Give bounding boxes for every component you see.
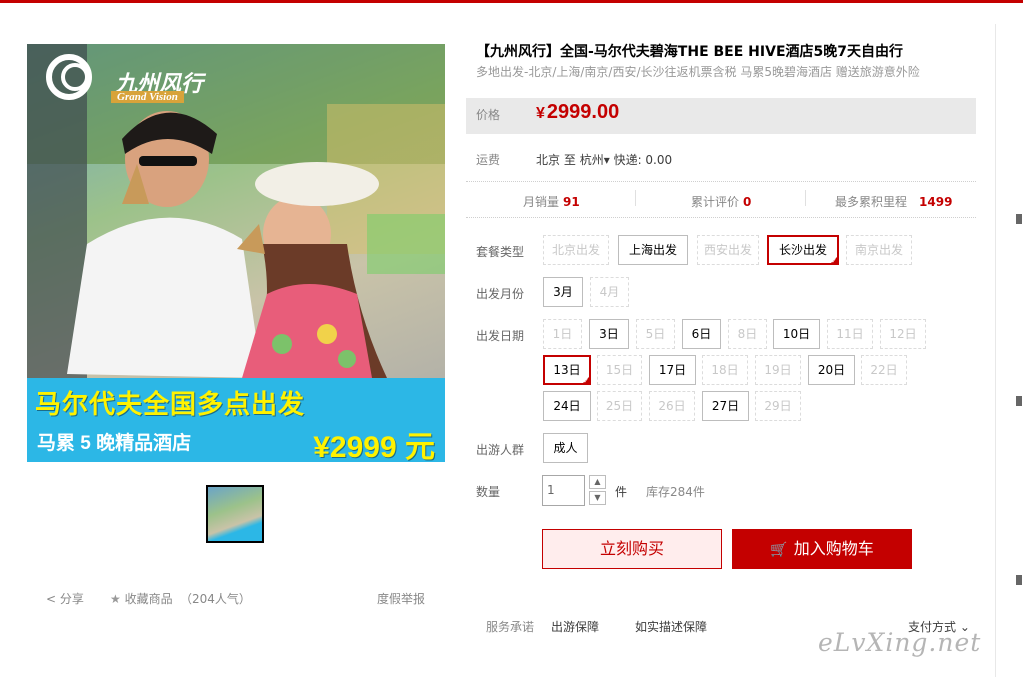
quantity-unit: 件 [615,485,628,499]
favorite-label: 收藏商品 [124,592,173,606]
watermark: eLvXing.net [818,628,982,657]
add-to-cart-label: 加入购物车 [793,539,874,558]
date-option[interactable]: 11日 [827,319,873,349]
package-option[interactable]: 西安出发 [697,235,759,265]
crowd-label: 出游人群 [476,443,525,457]
date-option[interactable]: 27日 [702,391,749,421]
top-accent-bar [0,0,1023,3]
share-label: 分享 [59,592,84,606]
monthly-sales-value: 91 [563,195,580,209]
date-option[interactable]: 29日 [755,391,801,421]
month-option[interactable]: 4月 [590,277,629,307]
mileage-label: 最多累积里程 [835,195,908,209]
service-item[interactable]: 出游保障 [551,618,599,635]
product-title: 【九州风行】全国-马尔代夫碧海THE BEE HIVE酒店5晚7天自由行 [476,44,903,60]
report-link[interactable]: 度假举报 [377,590,425,607]
favorite-button[interactable]: ★ 收藏商品 [110,590,173,607]
price-amount: 2999.00 [546,101,620,123]
divider [466,181,976,182]
reviews-value: 0 [743,195,752,209]
date-option[interactable]: 22日 [861,355,907,385]
date-option[interactable]: 12日 [880,319,926,349]
date-option[interactable]: 26日 [649,391,695,421]
decrease-button[interactable]: ▼ [589,491,606,505]
mileage: 最多累积里程 1499 [835,193,952,210]
share-button[interactable]: < 分享 [46,590,84,607]
date-option[interactable]: 5日 [636,319,675,349]
date-label: 出发日期 [476,329,525,343]
date-option[interactable]: 17日 [649,355,696,385]
ship-from: 北京 [536,153,561,167]
divider [466,217,976,218]
add-to-cart-button[interactable]: 🛒 加入购物车 [732,529,912,569]
date-option[interactable]: 8日 [728,319,767,349]
popularity-count: （204人气） [180,592,251,606]
right-marker-icon[interactable] [1016,396,1022,406]
star-icon: ★ [110,592,121,606]
main-product-image[interactable]: 九州风行 Grand Vision 马尔代夫全国多点出发 马累 5 晚精品酒店 … [27,44,445,462]
logo-english: Grand Vision [111,91,184,103]
date-option[interactable]: 6日 [682,319,721,349]
crowd-option[interactable]: 成人 [543,433,588,463]
chevron-up-icon: ▲ [594,477,601,486]
date-option[interactable]: 1日 [543,319,582,349]
right-marker-icon[interactable] [1016,214,1022,224]
stock-info: 库存284件 [646,485,705,499]
price-label: 价格 [476,108,501,122]
package-option-selected[interactable]: 长沙出发 [767,235,839,266]
image-thumbnail[interactable] [206,485,264,543]
mileage-value: 1499 [919,195,953,209]
package-label: 套餐类型 [476,245,525,259]
cart-icon: 🛒 [770,542,788,558]
ship-method: 快递: 0.00 [613,153,673,167]
price-value: ¥2999.00 [536,101,619,124]
ship-to-select[interactable]: 杭州▾ [580,153,610,167]
ship-to: 杭州 [579,153,604,167]
logo-swirl-icon [46,54,92,100]
reviews-label: 累计评价 [691,195,740,209]
package-option[interactable]: 北京出发 [543,235,609,265]
reviews[interactable]: 累计评价 0 [691,193,751,210]
service-item[interactable]: 如实描述保障 [635,618,707,635]
monthly-sales-label: 月销量 [523,195,560,209]
divider [805,190,806,206]
shipping-label: 运费 [476,153,501,167]
date-option[interactable]: 15日 [597,355,642,385]
right-column-divider [995,24,996,677]
month-option[interactable]: 3月 [543,277,583,307]
currency-symbol: ¥ [536,105,545,122]
date-option[interactable]: 25日 [597,391,642,421]
date-option-selected[interactable]: 13日 [543,355,591,386]
date-option[interactable]: 3日 [589,319,629,349]
ship-to-word: 至 [563,153,576,167]
monthly-sales: 月销量 91 [523,193,580,210]
banner-subtitle: 马累 5 晚精品酒店 [37,433,192,454]
buy-now-button[interactable]: 立刻购买 [542,529,722,569]
date-option[interactable]: 10日 [773,319,820,349]
package-option[interactable]: 南京出发 [846,235,912,265]
banner-price: ¥2999 元 [313,431,435,462]
month-label: 出发月份 [476,287,525,301]
brand-logo: 九州风行 Grand Vision [43,54,223,103]
service-label: 服务承诺 [486,620,535,634]
date-option[interactable]: 24日 [543,391,591,421]
package-option[interactable]: 上海出发 [618,235,688,265]
divider [635,190,636,206]
product-subtitle: 多地出发-北京/上海/南京/西安/长沙往返机票含税 马累5晚碧海酒店 赠送旅游意… [476,65,920,79]
quantity-label: 数量 [476,485,501,499]
share-icon: < [46,592,57,606]
date-option[interactable]: 18日 [702,355,748,385]
banner-title: 马尔代夫全国多点出发 [35,389,306,419]
chevron-down-icon: ▼ [594,493,601,502]
shipping-info: 北京 至 杭州▾ 快递: 0.00 [536,151,672,168]
chevron-down-icon: ▾ [603,153,610,167]
date-option[interactable]: 19日 [755,355,801,385]
date-option[interactable]: 20日 [808,355,855,385]
quantity-input[interactable]: 1 [542,475,585,506]
right-marker-icon[interactable] [1016,575,1022,585]
increase-button[interactable]: ▲ [589,475,606,489]
